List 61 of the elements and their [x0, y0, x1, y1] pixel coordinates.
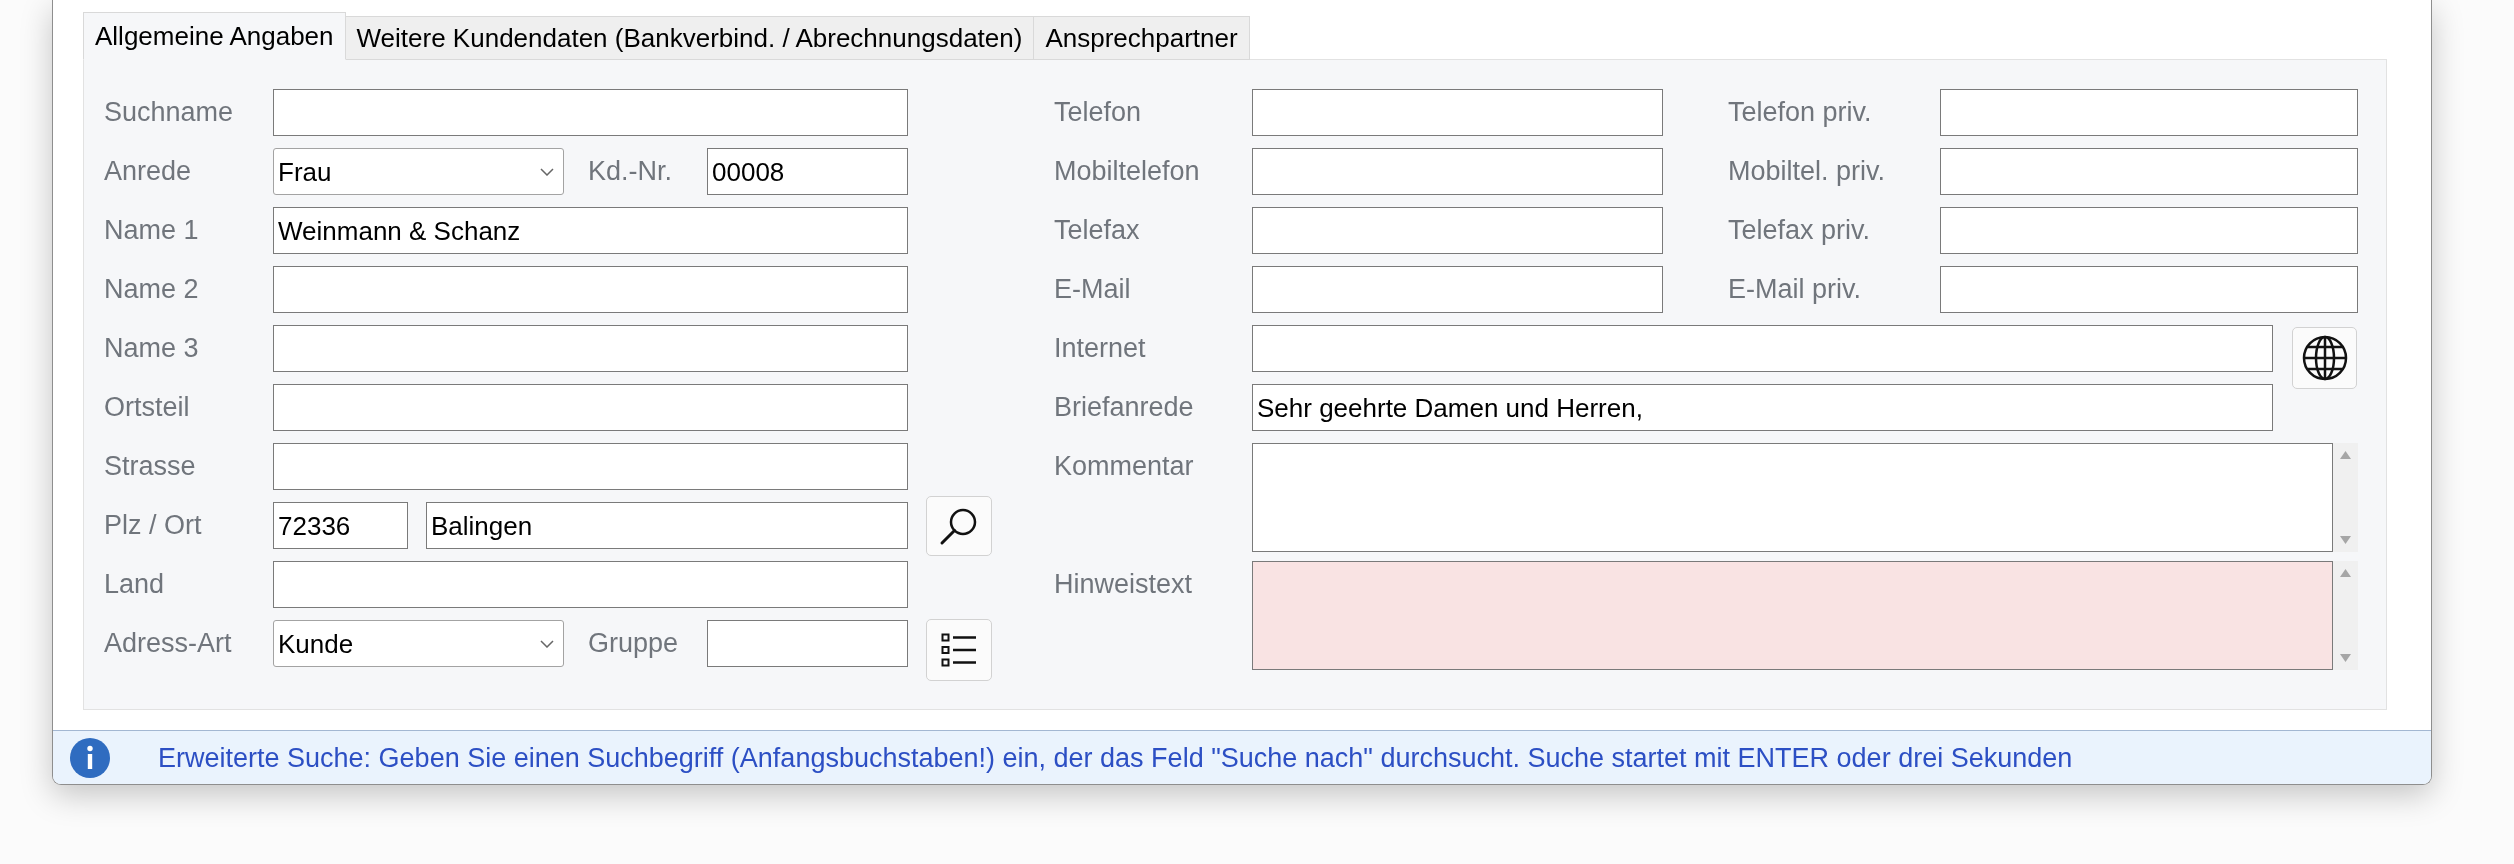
globe-button[interactable]	[2292, 327, 2357, 389]
field-label: Adress-Art	[104, 630, 232, 657]
field-label: Plz / Ort	[104, 512, 202, 539]
dropdown-field[interactable]: Frau	[273, 148, 564, 195]
text-field[interactable]: Sehr geehrte Damen und Herren,	[1252, 384, 2273, 431]
field-label: Name 3	[104, 335, 199, 362]
field-label: Telefax	[1054, 217, 1140, 244]
field-label: Telefax priv.	[1728, 217, 1871, 244]
text-field[interactable]	[273, 384, 908, 431]
tab[interactable]: Weitere Kundendaten (Bankverbind. / Abrechnungsdaten)	[345, 16, 1035, 60]
field-label: E-Mail priv.	[1728, 276, 1861, 303]
tab[interactable]: Allgemeine Angaben	[83, 12, 346, 60]
field-label: Hinweistext	[1054, 571, 1193, 598]
field-label: Anrede	[104, 158, 192, 185]
text-field[interactable]	[1940, 89, 2358, 136]
list-button[interactable]	[926, 619, 992, 681]
text-area[interactable]	[1252, 443, 2333, 552]
field-label: Gruppe	[588, 630, 679, 657]
field-label: Kd.-Nr.	[588, 158, 673, 185]
field-label: Name 2	[104, 276, 199, 303]
text-field[interactable]	[273, 443, 908, 490]
field-label: Suchname	[104, 99, 234, 126]
text-field[interactable]	[1252, 266, 1663, 313]
text-field[interactable]	[273, 561, 908, 608]
globe-icon	[2301, 335, 2348, 381]
text-field[interactable]: 00008	[707, 148, 908, 195]
text-field[interactable]	[1940, 148, 2358, 195]
field-label: Kommentar	[1054, 453, 1194, 480]
caret-icon	[540, 639, 554, 648]
field-label: Land	[104, 571, 165, 598]
text-field[interactable]	[1940, 266, 2358, 313]
field-label: Mobiltelefon	[1054, 158, 1200, 185]
field-label: Ortsteil	[104, 394, 190, 421]
text-field[interactable]: 72336	[273, 502, 408, 549]
search-button[interactable]	[926, 495, 992, 556]
caret-icon	[540, 167, 554, 176]
field-label: Mobiltel. priv.	[1728, 158, 1886, 185]
tab[interactable]: Ansprechpartner	[1034, 16, 1250, 60]
field-label: E-Mail	[1054, 276, 1131, 303]
field-label: Telefon priv.	[1728, 99, 1872, 126]
text-area[interactable]	[1252, 561, 2333, 670]
text-field[interactable]	[273, 325, 908, 372]
text-field[interactable]: Weinmann & Schanz	[273, 207, 908, 254]
text-field[interactable]	[1252, 89, 1663, 136]
dropdown-field[interactable]: Kunde	[273, 620, 564, 667]
text-field[interactable]	[273, 89, 908, 136]
text-field[interactable]	[1252, 148, 1663, 195]
status-message: Erweiterte Suche: Geben Sie einen Suchbegriff (Anfangsbuchstaben!) ein, der das Feld "Suche nach" durchsucht. Suche startet mit ENTER oder drei Sekunden	[158, 744, 2073, 772]
field-label: Strasse	[104, 453, 196, 480]
text-field[interactable]: Balingen	[426, 502, 908, 549]
field-label: Telefon	[1054, 99, 1142, 126]
field-label: Internet	[1054, 335, 1146, 362]
text-field[interactable]	[707, 620, 908, 667]
text-field[interactable]	[273, 266, 908, 313]
list-icon	[941, 633, 977, 667]
text-field[interactable]	[1252, 207, 1663, 254]
text-field[interactable]	[1252, 325, 2273, 372]
field-label: Name 1	[104, 217, 199, 244]
field-label: Briefanrede	[1054, 394, 1194, 421]
info-icon	[70, 738, 110, 778]
text-field[interactable]	[1940, 207, 2358, 254]
